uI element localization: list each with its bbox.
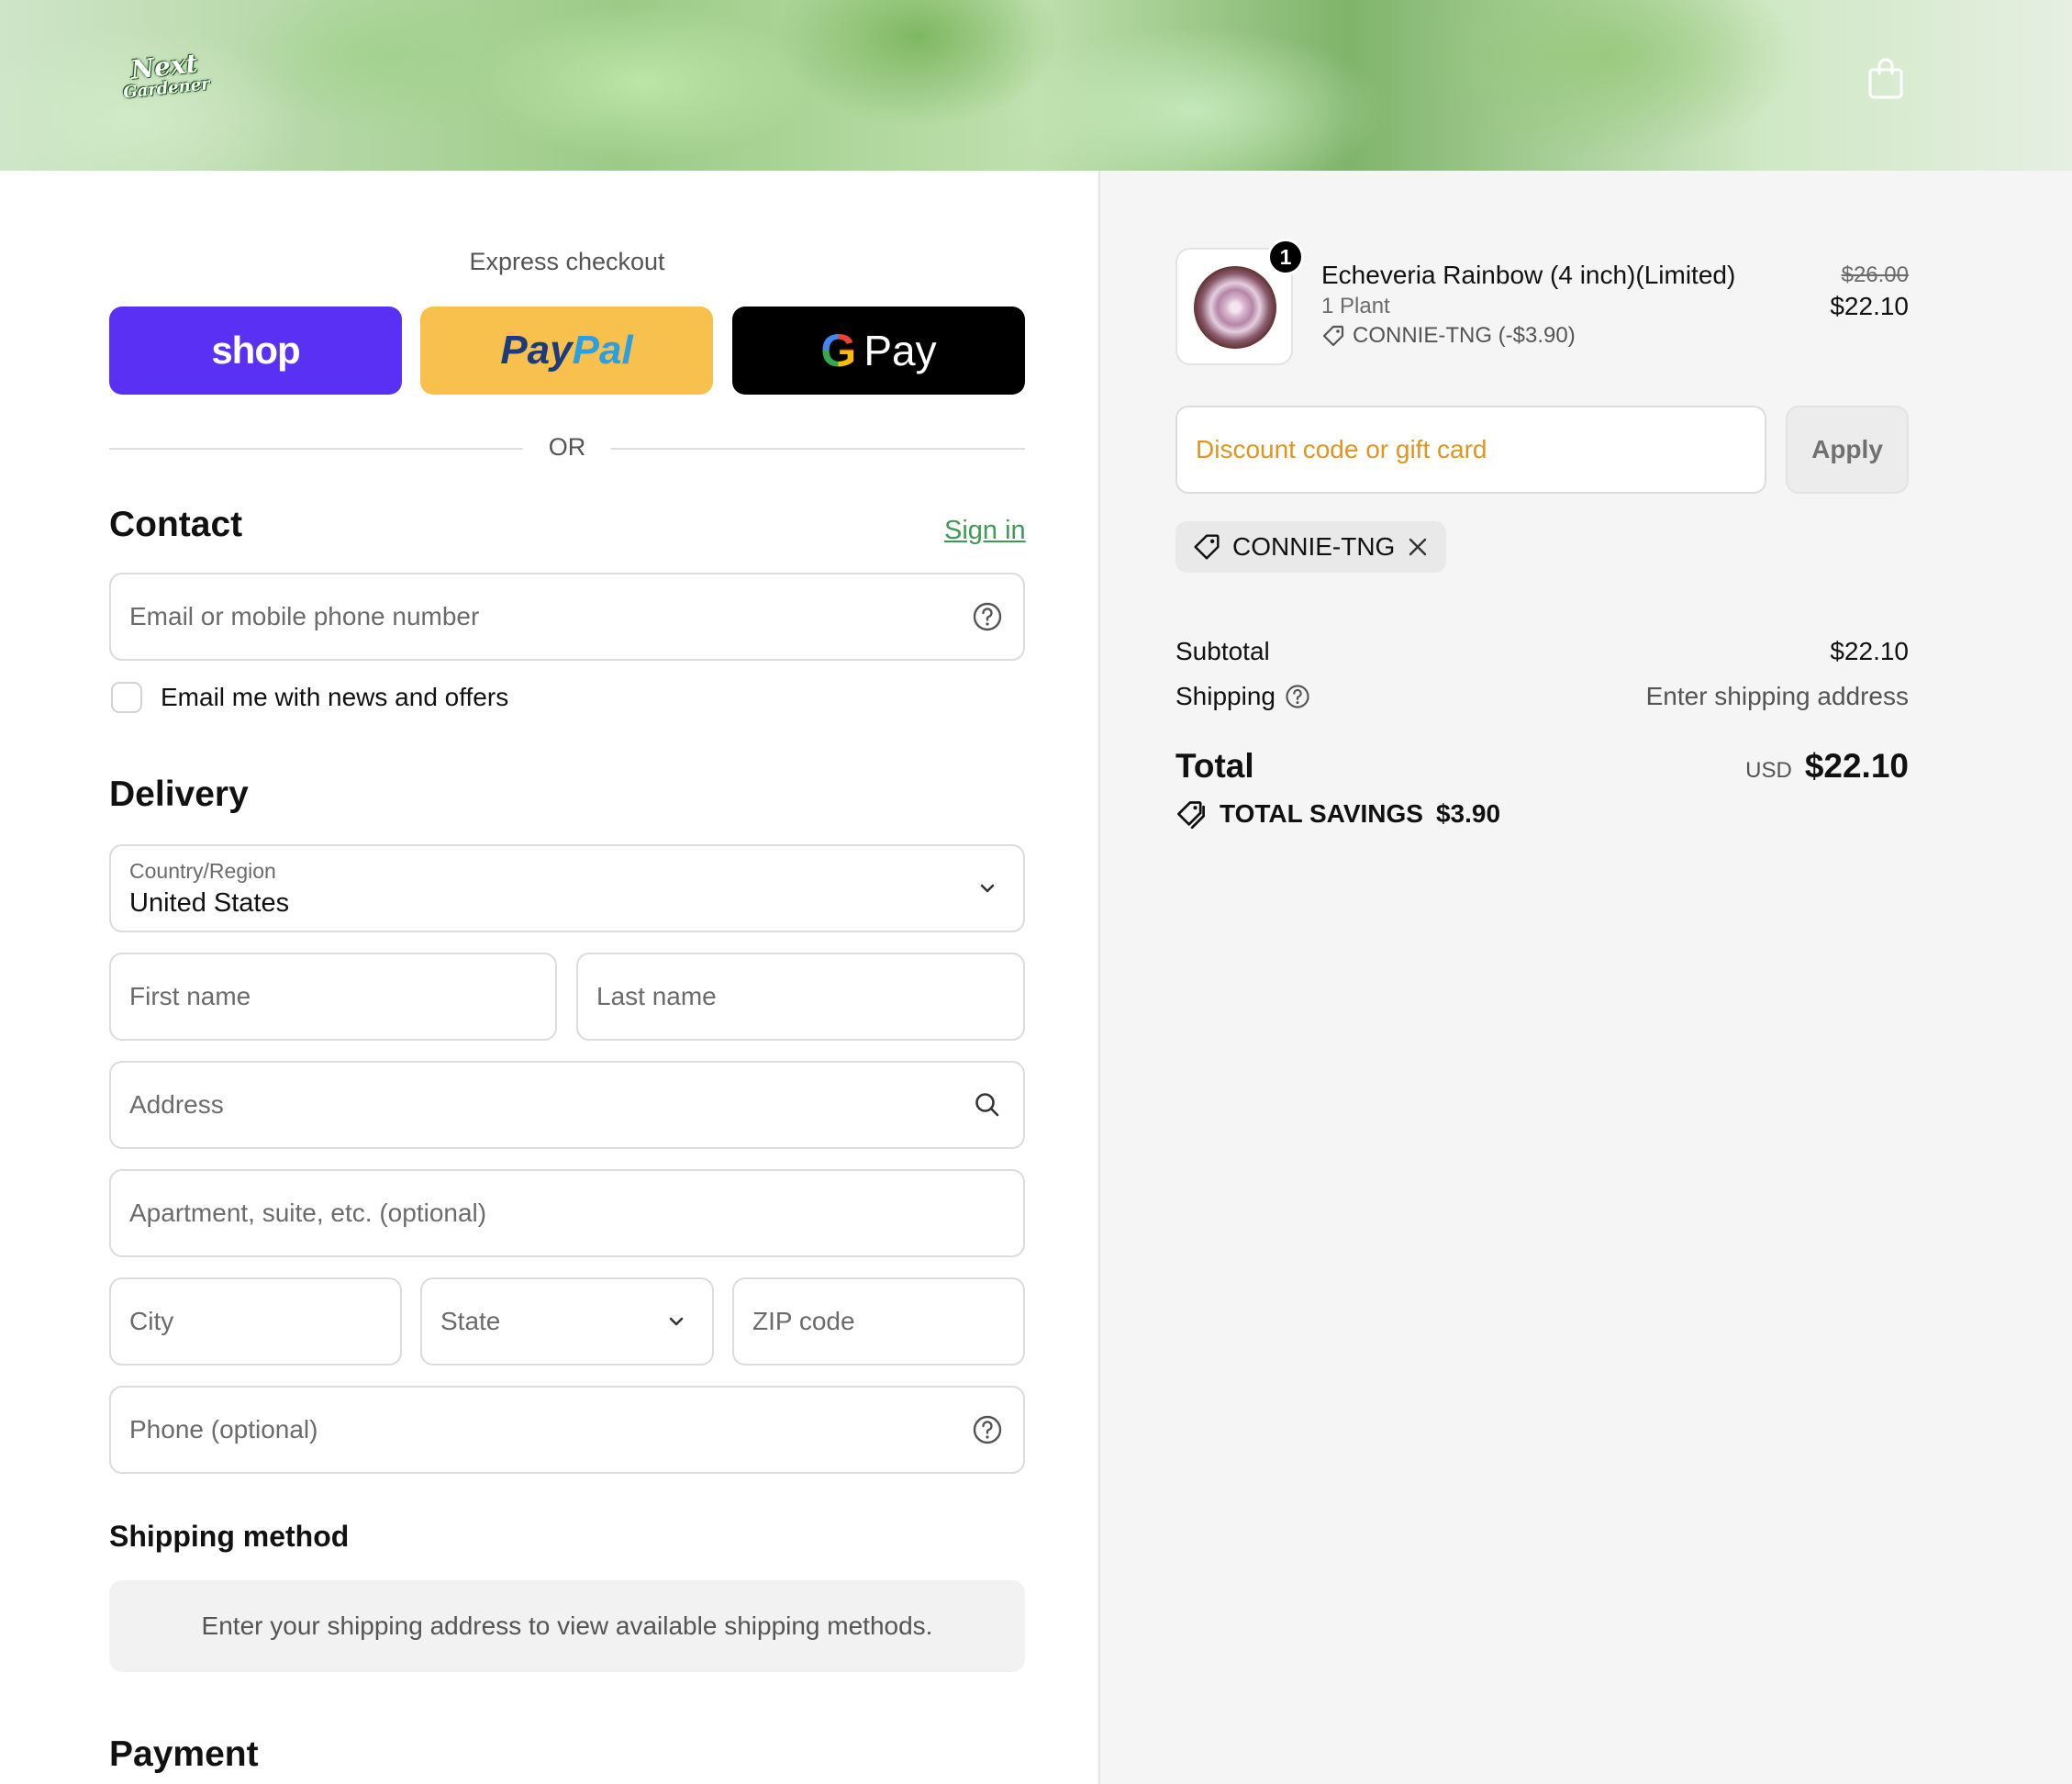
news-offers-label: Email me with news and offers [161,683,509,711]
email-field[interactable]: Email or mobile phone number [109,573,1025,661]
close-icon[interactable] [1406,535,1430,559]
state-select[interactable]: State [420,1277,714,1366]
tag-icon [1194,534,1220,560]
savings-label: TOTAL SAVINGS [1220,799,1423,828]
discount-code-field[interactable]: Discount code or gift card [1175,406,1766,494]
checkout-form-panel: Express checkout shop Pay Pal G Pay OR Con… [0,171,1098,1784]
phone-field[interactable]: Phone (optional) [109,1386,1025,1474]
shipping-method-heading: Shipping method [109,1520,350,1553]
first-name-field[interactable]: First name [109,953,557,1041]
product-title: Echeveria Rainbow (4 inch)(Limited) [1321,261,1736,289]
state-placeholder: State [440,1307,501,1335]
savings-value: $3.90 [1435,799,1501,828]
or-divider-label: OR [548,433,586,461]
shopping-bag-icon[interactable] [1867,57,1904,99]
delivery-heading: Delivery [109,775,249,814]
header-banner: Next Gardener [0,0,2072,171]
product-discount-text: CONNIE-TNG (-$3.90) [1353,323,1576,348]
address-placeholder: Address [129,1090,224,1119]
chevron-down-icon [980,884,995,893]
apartment-placeholder: Apartment, suite, etc. (optional) [129,1199,487,1227]
shipping-method-note: Enter your shipping address to view avai… [109,1580,1025,1672]
city-placeholder: City [129,1307,174,1335]
or-divider-right [611,448,1025,450]
contact-heading: Contact [109,505,243,544]
total-savings: TOTAL SAVINGS $3.90 [1175,798,1500,830]
google-pay-button[interactable]: G Pay [732,307,1025,395]
shipping-row-label: Shipping [1175,682,1310,711]
total-value-group: USD $22.10 [1745,747,1909,786]
or-divider-left [109,448,523,450]
google-pay-label: Pay [863,327,937,374]
total-amount: $22.10 [1804,747,1909,785]
total-label: Total [1175,747,1254,785]
first-name-placeholder: First name [129,982,251,1010]
applied-code-text: CONNIE-TNG [1232,532,1396,561]
last-name-placeholder: Last name [596,982,717,1010]
apply-button[interactable]: Apply [1786,406,1909,494]
help-circle-icon[interactable] [972,1414,1003,1445]
chevron-down-icon [669,1317,684,1326]
sign-in-link[interactable]: Sign in [944,516,1026,546]
tag-icon [1322,325,1344,347]
zip-placeholder: ZIP code [752,1307,855,1335]
country-select[interactable]: Country/Region United States [109,844,1025,932]
shop-pay-button[interactable]: shop [109,307,402,395]
tags-icon [1177,801,1205,830]
address-field[interactable]: Address [109,1061,1025,1149]
country-label: Country/Region [129,859,276,883]
email-placeholder: Email or mobile phone number [129,602,480,630]
shipping-label: Shipping [1175,682,1276,710]
order-summary-panel: 1 Echeveria Rainbow (4 inch)(Limited) 1 … [1098,171,2072,1784]
quantity-badge: 1 [1267,239,1304,275]
search-icon [975,1093,999,1117]
news-offers-checkbox[interactable] [111,682,142,713]
shipping-value: Enter shipping address [1645,682,1909,710]
subtotal-value: $22.10 [1830,637,1909,665]
product-image [1194,266,1276,349]
paypal-label-pay: Pay [500,328,573,373]
last-name-field[interactable]: Last name [576,953,1025,1041]
google-g-icon: G [820,325,857,376]
help-circle-icon[interactable] [972,601,1003,632]
discount-code-placeholder: Discount code or gift card [1196,435,1487,463]
subtotal-label: Subtotal [1175,637,1270,665]
original-price: $26.00 [1841,262,1909,287]
payment-heading: Payment [109,1734,259,1774]
zip-field[interactable]: ZIP code [732,1277,1025,1366]
discounted-price: $22.10 [1830,292,1909,320]
product-variant: 1 Plant [1321,294,1390,318]
help-circle-icon[interactable] [1285,684,1310,709]
phone-placeholder: Phone (optional) [129,1415,318,1444]
total-currency: USD [1745,758,1792,783]
country-value: United States [129,888,290,918]
paypal-label-pal: Pal [572,328,633,373]
paypal-button[interactable]: Pay Pal [420,307,713,395]
city-field[interactable]: City [109,1277,402,1366]
shop-pay-label: shop [211,329,300,372]
applied-code-chip: CONNIE-TNG [1175,521,1447,573]
store-logo[interactable]: Next Gardener [113,45,217,108]
product-discount: CONNIE-TNG (-$3.90) [1321,323,1576,349]
apartment-field[interactable]: Apartment, suite, etc. (optional) [109,1169,1025,1257]
express-checkout-title: Express checkout [469,248,665,275]
